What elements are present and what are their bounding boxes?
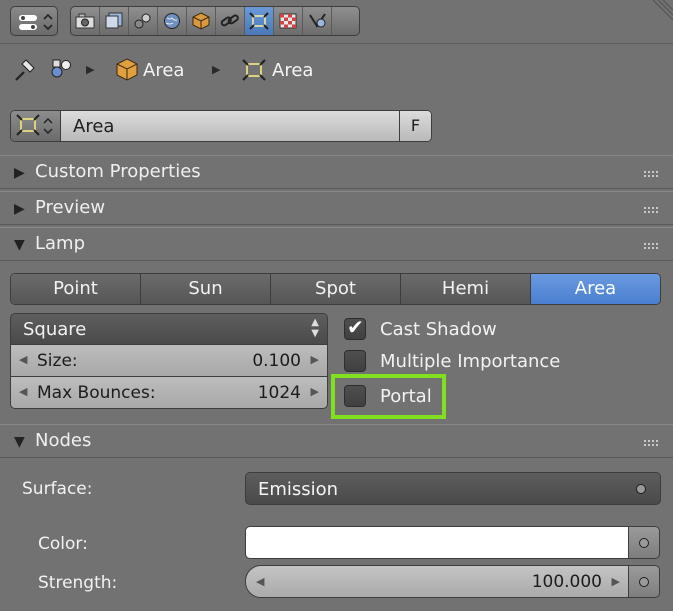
editor-type-button[interactable] [10,6,58,36]
panel-title: Nodes [35,430,92,451]
lamp-type-hemi[interactable]: Hemi [401,274,531,304]
scene-icon [134,13,151,29]
breadcrumb-separator-icon: ▶ [86,63,95,76]
dropdown-updown-icon: ▲ ▼ [311,317,319,339]
color-socket-button[interactable] [628,526,660,559]
collapse-triangle-icon: ▼ [14,434,25,450]
lamp-data-icon [249,12,269,30]
color-swatch[interactable] [245,526,629,559]
browse-lamp-data-button[interactable] [11,111,61,141]
tab-object[interactable] [187,7,216,35]
texture-icon [279,13,297,29]
panel-lamp[interactable]: ▼ Lamp [0,227,673,261]
properties-editor-icon [19,13,53,31]
lamp-type-sun[interactable]: Sun [141,274,271,304]
lamp-datablock-selector: Area F [10,110,432,142]
multiple-importance-option[interactable]: Multiple Importance [344,346,560,376]
panel-title: Custom Properties [35,161,201,182]
cast-shadow-option[interactable]: ✔ Cast Shadow [344,314,497,344]
tab-scene[interactable] [129,7,158,35]
panel-title: Preview [35,197,106,218]
node-link-icon [636,484,646,494]
constraints-link-icon [220,14,239,27]
render-camera-icon [75,13,95,29]
tab-render-layers[interactable] [100,7,129,35]
lamp-data-icon [240,56,268,84]
tab-render[interactable] [71,7,100,35]
node-link-icon [639,577,649,587]
panel-title: Lamp [35,233,86,254]
decrement-arrow-icon[interactable]: ◀ [256,575,264,588]
lamp-type-selector: Point Sun Spot Hemi Area [10,273,661,305]
collapse-triangle-icon: ▼ [14,237,25,253]
shape-value: Square [23,319,87,340]
breadcrumb-separator-icon: ▶ [212,63,221,76]
panel-custom-properties[interactable]: ▶ Custom Properties [0,155,673,189]
size-field[interactable]: ◀ Size: 0.100 ▶ [10,345,328,377]
datablock-name-field[interactable]: Area [73,116,114,137]
surface-label: Surface: [22,479,93,499]
panel-nodes[interactable]: ▼ Nodes [0,424,673,458]
drag-grip-icon[interactable] [643,170,659,178]
decrement-arrow-icon[interactable]: ◀ [19,385,27,398]
lamp-type-area[interactable]: Area [531,274,660,304]
object-icon [114,56,140,84]
node-link-icon [639,538,649,548]
increment-arrow-icon[interactable]: ▶ [612,575,620,588]
surface-shader-selector[interactable]: Emission [245,472,661,505]
max-bounces-value: 1024 [257,383,301,403]
lamp-data-icon [16,114,53,136]
max-bounces-label: Max Bounces: [37,383,156,403]
size-value: 0.100 [252,351,301,371]
fake-user-button[interactable]: F [399,111,431,141]
increment-arrow-icon[interactable]: ▶ [311,353,319,366]
drag-grip-icon[interactable] [643,206,659,214]
panel-preview[interactable]: ▶ Preview [0,191,673,225]
properties-header [0,0,673,44]
tab-lamp-data[interactable] [245,7,274,35]
scene-context-icon [48,56,76,84]
breadcrumb-data-name: Area [272,60,314,81]
decrement-arrow-icon[interactable]: ◀ [19,353,27,366]
checkmark-icon: ✔ [347,315,364,339]
context-tabs [70,6,360,36]
tab-texture[interactable] [274,7,303,35]
expand-triangle-icon: ▶ [14,201,25,217]
surface-shader-value: Emission [258,479,339,500]
lamp-type-spot[interactable]: Spot [271,274,401,304]
multiple-importance-checkbox[interactable] [344,350,366,372]
tab-material[interactable] [303,7,332,35]
strength-label: Strength: [38,573,118,593]
cast-shadow-checkbox[interactable]: ✔ [344,315,366,340]
increment-arrow-icon[interactable]: ▶ [311,385,319,398]
strength-value: 100.000 [531,572,602,592]
portal-highlight-box [331,374,446,419]
max-bounces-field[interactable]: ◀ Max Bounces: 1024 ▶ [10,377,328,409]
cast-shadow-label: Cast Shadow [380,318,497,340]
render-layers-icon [105,12,123,29]
area-resize-corner-icon[interactable] [647,0,673,22]
lamp-type-point[interactable]: Point [11,274,141,304]
tab-constraints[interactable] [216,7,245,35]
drag-grip-icon[interactable] [643,439,659,447]
color-label: Color: [38,534,88,554]
area-shape-dropdown[interactable]: Square ▲ ▼ [10,313,328,345]
object-icon [192,12,210,30]
size-label: Size: [37,351,78,371]
material-icon [309,13,326,28]
strength-field[interactable]: ◀ 100.000 ▶ [245,565,629,598]
multiple-importance-label: Multiple Importance [380,350,561,372]
strength-socket-button[interactable] [628,565,660,598]
expand-triangle-icon: ▶ [14,165,25,181]
pin-icon[interactable] [10,56,40,84]
world-icon [164,13,180,29]
breadcrumb-object-name: Area [143,60,185,81]
drag-grip-icon[interactable] [643,242,659,250]
tab-world[interactable] [158,7,187,35]
